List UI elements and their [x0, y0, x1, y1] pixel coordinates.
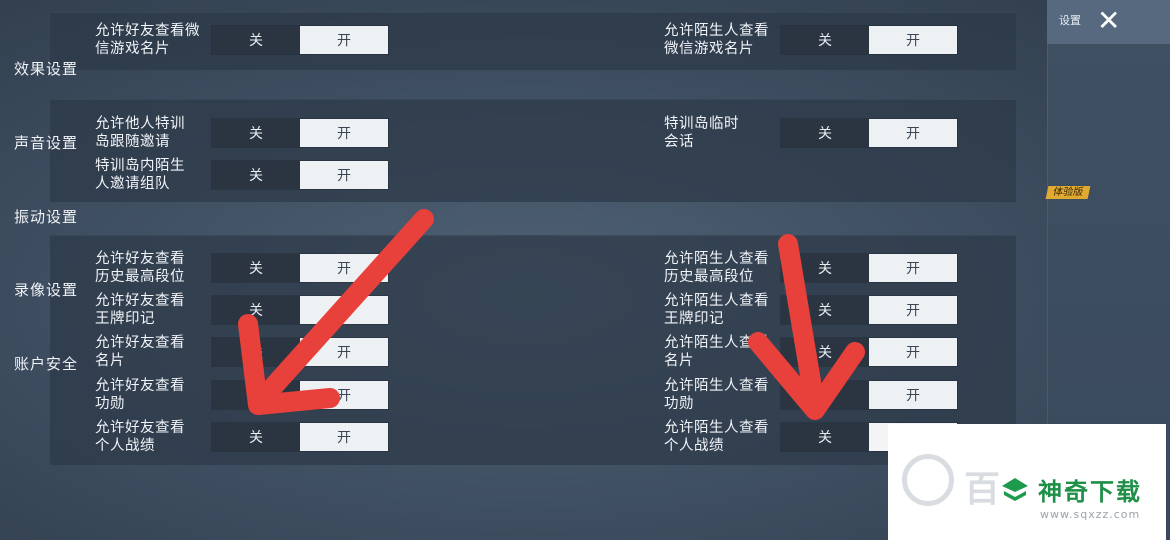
toggle-on-button[interactable]: 开	[300, 119, 388, 147]
toggle-off-button[interactable]: 关	[212, 254, 300, 282]
toggle-friend-card: 关 开	[212, 338, 388, 366]
label-friend-personal-record: 允许好友查看 个人战绩	[95, 420, 185, 454]
toggle-on-button[interactable]: 开	[869, 119, 957, 147]
sidebar-topbar: 设置 ✕	[1047, 0, 1170, 44]
sidebar-item-effects[interactable]: 效果设置	[0, 48, 123, 88]
toggle-on-button[interactable]: 开	[300, 161, 388, 189]
watermark-partial-text	[902, 454, 954, 506]
watermark-brand: 神奇下载	[1038, 478, 1142, 506]
sidebar-item-account-security[interactable]: 账户安全	[0, 343, 123, 383]
toggle-training-stranger-team: 关 开	[212, 161, 388, 189]
sidebar-item-sound[interactable]: 声音设置	[0, 122, 123, 162]
toggle-off-button[interactable]: 关	[781, 338, 869, 366]
toggle-off-button[interactable]: 关	[212, 338, 300, 366]
toggle-friend-merit: 关 开	[212, 381, 388, 409]
watermark-url: www.sqxzz.com	[1040, 508, 1141, 521]
panel-training-island	[50, 99, 1016, 202]
label-stranger-wechat-card: 允许陌生人查看 微信游戏名片	[664, 23, 769, 57]
toggle-training-temp-chat: 关 开	[781, 119, 957, 147]
toggle-off-button[interactable]: 关	[781, 423, 869, 451]
close-icon[interactable]: ✕	[1097, 4, 1120, 37]
toggle-stranger-highest-rank: 关 开	[781, 254, 957, 282]
toggle-friend-personal-record: 关 开	[212, 423, 388, 451]
toggle-on-button[interactable]: 开	[869, 254, 957, 282]
toggle-friend-ace-mark: 关 开	[212, 296, 388, 324]
toggle-on-button[interactable]: 开	[300, 296, 388, 324]
sidebar-item-recording[interactable]: 录像设置	[0, 269, 123, 309]
toggle-stranger-card: 关 开	[781, 338, 957, 366]
label-stranger-card: 允许陌生人查看 名片	[664, 335, 769, 369]
label-training-temp-chat: 特训岛临时 会话	[664, 116, 739, 150]
label-stranger-ace-mark: 允许陌生人查看 王牌印记	[664, 293, 769, 327]
toggle-off-button[interactable]: 关	[212, 381, 300, 409]
toggle-on-button[interactable]: 开	[869, 381, 957, 409]
toggle-on-button[interactable]: 开	[869, 296, 957, 324]
toggle-on-button[interactable]: 开	[300, 423, 388, 451]
toggle-stranger-wechat-card: 关 开	[781, 26, 957, 54]
toggle-off-button[interactable]: 关	[781, 119, 869, 147]
toggle-friend-highest-rank: 关 开	[212, 254, 388, 282]
watermark-logo-icon	[1000, 476, 1030, 502]
toggle-on-button[interactable]: 开	[300, 381, 388, 409]
toggle-off-button[interactable]: 关	[781, 26, 869, 54]
toggle-training-follow-invite: 关 开	[212, 119, 388, 147]
label-stranger-personal-record: 允许陌生人查看 个人战绩	[664, 420, 769, 454]
toggle-on-button[interactable]: 开	[300, 338, 388, 366]
label-stranger-highest-rank: 允许陌生人查看 历史最高段位	[664, 251, 769, 285]
watermark-partial-char: 百	[964, 469, 1001, 510]
label-stranger-merit: 允许陌生人查看 功勋	[664, 378, 769, 412]
toggle-on-button[interactable]: 开	[300, 254, 388, 282]
toggle-off-button[interactable]: 关	[212, 296, 300, 324]
toggle-stranger-ace-mark: 关 开	[781, 296, 957, 324]
label-training-stranger-team: 特训岛内陌生 人邀请组队	[95, 158, 185, 192]
toggle-off-button[interactable]: 关	[781, 381, 869, 409]
sidebar-item-vibration[interactable]: 振动设置	[0, 196, 123, 236]
toggle-off-button[interactable]: 关	[212, 423, 300, 451]
toggle-on-button[interactable]: 开	[869, 26, 957, 54]
toggle-off-button[interactable]: 关	[781, 296, 869, 324]
toggle-off-button[interactable]: 关	[781, 254, 869, 282]
toggle-on-button[interactable]: 开	[300, 26, 388, 54]
topbar-title: 设置	[1059, 14, 1081, 27]
trial-version-badge: 体验版	[1045, 186, 1091, 199]
toggle-stranger-merit: 关 开	[781, 381, 957, 409]
toggle-off-button[interactable]: 关	[212, 161, 300, 189]
toggle-on-button[interactable]: 开	[869, 338, 957, 366]
toggle-off-button[interactable]: 关	[212, 26, 300, 54]
toggle-off-button[interactable]: 关	[212, 119, 300, 147]
toggle-friend-wechat-card: 关 开	[212, 26, 388, 54]
watermark-box: 百 神奇下载 www.sqxzz.com	[888, 424, 1166, 540]
